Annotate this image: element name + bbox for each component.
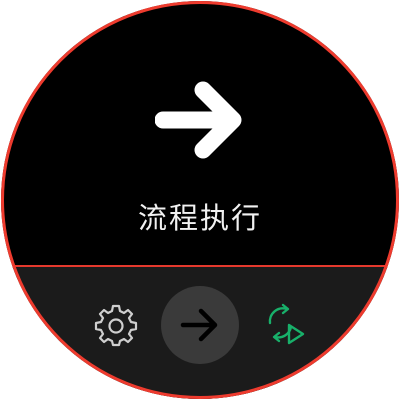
settings-button[interactable] — [94, 304, 138, 348]
watch-screen: 流程执行 — [1, 1, 399, 399]
loop-play-icon — [268, 303, 305, 345]
arrow-right-icon — [155, 81, 242, 159]
loop-play-button[interactable] — [261, 301, 307, 347]
gear-icon — [94, 304, 138, 347]
page-title: 流程执行 — [137, 201, 262, 235]
arrow-right-icon — [180, 308, 218, 342]
run-flow-button[interactable] — [161, 286, 239, 364]
